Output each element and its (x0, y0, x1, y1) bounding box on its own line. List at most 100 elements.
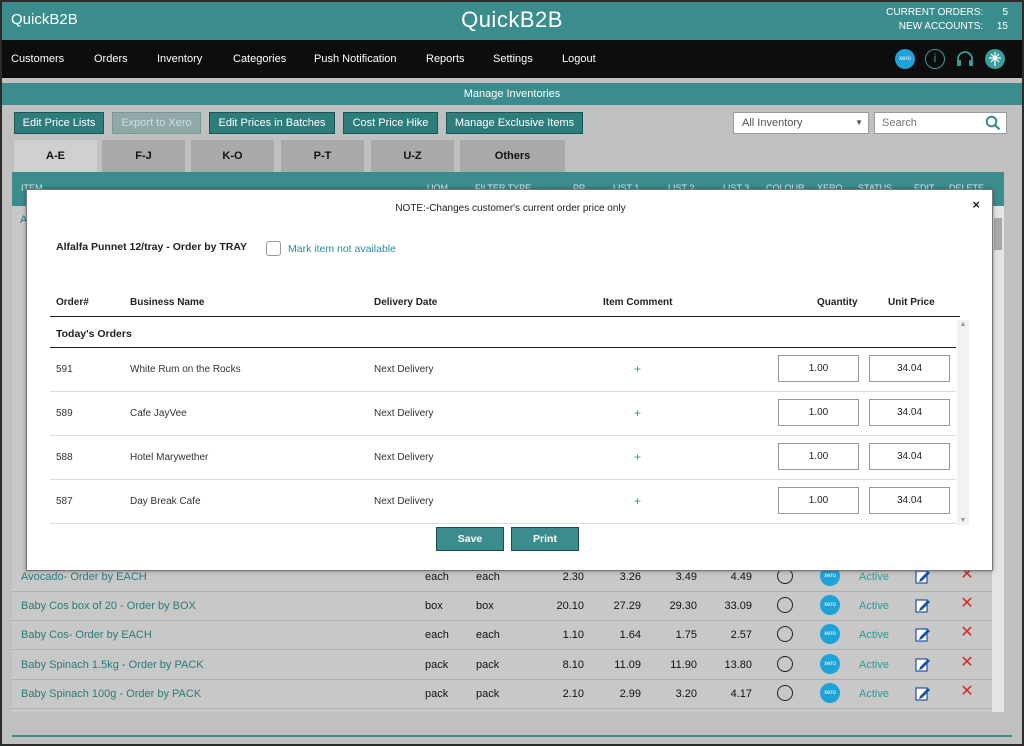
item-list-2: 29.30 (669, 600, 697, 612)
tab-k-o[interactable]: K-O (191, 140, 274, 172)
add-comment-icon[interactable]: + (634, 406, 641, 420)
tab-p-t[interactable]: P-T (281, 140, 364, 172)
tab-a-e[interactable]: A-E (14, 140, 97, 172)
current-orders-counter[interactable]: CURRENT ORDERS: 5 (886, 7, 1008, 18)
delivery-date: Next Delivery (374, 364, 434, 375)
item-name-link[interactable]: Baby Cos- Order by EACH (21, 629, 152, 641)
item-filter-type: pack (476, 688, 500, 700)
quantity-input[interactable] (778, 355, 859, 382)
colour-radio[interactable] (777, 685, 793, 701)
scrollbar-thumb[interactable] (994, 218, 1002, 250)
xero-icon[interactable]: xero (820, 624, 840, 644)
mark-unavailable-label[interactable]: Mark item not available (288, 243, 396, 255)
main-nav: Customers Orders Inventory Categories Pu… (2, 40, 1022, 78)
tab-others[interactable]: Others (460, 140, 565, 172)
add-comment-icon[interactable]: + (634, 362, 641, 376)
business-name: Day Break Cafe (130, 496, 201, 507)
modal-item-title: Alfalfa Punnet 12/tray - Order by TRAY (56, 241, 247, 253)
quantity-input[interactable] (778, 487, 859, 514)
unit-price-input[interactable] (869, 399, 950, 426)
order-price-modal: NOTE:-Changes customer's current order p… (26, 189, 993, 571)
tab-f-j[interactable]: F-J (102, 140, 185, 172)
quantity-input[interactable] (778, 443, 859, 470)
info-icon[interactable]: i (925, 49, 945, 69)
edit-icon[interactable] (915, 626, 931, 642)
nav-categories[interactable]: Categories (233, 53, 286, 65)
item-pp: 1.10 (562, 629, 584, 641)
unit-price-input[interactable] (869, 355, 950, 382)
unit-price-input[interactable] (869, 443, 950, 470)
item-uom: each (425, 629, 449, 641)
edit-price-lists-button[interactable]: Edit Price Lists (14, 112, 104, 134)
item-filter-type: box (476, 600, 494, 612)
nav-settings[interactable]: Settings (493, 53, 533, 65)
search-icon[interactable] (985, 115, 1001, 131)
nav-logout[interactable]: Logout (562, 53, 596, 65)
delete-icon[interactable]: ✕ (959, 654, 975, 672)
edit-icon[interactable] (915, 597, 931, 613)
colour-radio[interactable] (777, 597, 793, 613)
nav-reports[interactable]: Reports (426, 53, 465, 65)
order-number: 588 (56, 452, 73, 463)
export-to-xero-button[interactable]: Export to Xero (112, 112, 201, 134)
search-box[interactable] (874, 112, 1007, 134)
mark-unavailable-checkbox[interactable] (266, 241, 281, 256)
edit-icon[interactable] (915, 656, 931, 672)
item-list-2: 11.90 (670, 659, 697, 671)
inventory-filter-select[interactable]: All Inventory ▼ (733, 112, 869, 134)
nav-inventory[interactable]: Inventory (157, 53, 202, 65)
item-list-3: 4.17 (730, 688, 752, 700)
tab-u-z[interactable]: U-Z (371, 140, 454, 172)
current-orders-value: 5 (1002, 7, 1008, 18)
delete-icon[interactable]: ✕ (959, 624, 975, 642)
item-uom: each (425, 571, 449, 583)
xero-icon[interactable]: xero (820, 654, 840, 674)
modal-scrollbar[interactable]: ▲ ▼ (957, 320, 969, 525)
modal-col-business-name: Business Name (130, 297, 205, 308)
item-list-3: 13.80 (724, 659, 752, 671)
status-badge: Active (859, 629, 889, 641)
xero-icon[interactable]: xero (820, 595, 840, 615)
headset-icon[interactable] (955, 49, 975, 69)
item-name-link[interactable]: Avocado- Order by EACH (21, 571, 147, 583)
globe-icon[interactable] (985, 49, 1005, 69)
status-badge: Active (859, 571, 889, 583)
xero-icon[interactable]: xero (820, 683, 840, 703)
delete-icon[interactable]: ✕ (959, 595, 975, 613)
table-scrollbar[interactable] (992, 206, 1004, 712)
close-icon[interactable]: × (972, 197, 980, 212)
xero-icon[interactable]: xero (895, 49, 915, 69)
item-name-link[interactable]: Baby Spinach 100g - Order by PACK (21, 688, 201, 700)
cost-price-hike-button[interactable]: Cost Price Hike (343, 112, 438, 134)
new-accounts-counter[interactable]: NEW ACCOUNTS: 15 (899, 21, 1008, 32)
add-comment-icon[interactable]: + (634, 450, 641, 464)
modal-col-order: Order# (56, 297, 89, 308)
colour-radio[interactable] (777, 656, 793, 672)
item-name-link[interactable]: Baby Spinach 1.5kg - Order by PACK (21, 659, 204, 671)
unit-price-input[interactable] (869, 487, 950, 514)
edit-prices-in-batches-button[interactable]: Edit Prices in Batches (209, 112, 335, 134)
nav-push-notification[interactable]: Push Notification (314, 53, 397, 65)
item-pp: 8.10 (562, 659, 584, 671)
scroll-up-icon[interactable]: ▲ (957, 321, 969, 328)
print-button[interactable]: Print (511, 527, 579, 551)
save-button[interactable]: Save (436, 527, 504, 551)
modal-col-item-comment: Item Comment (603, 297, 673, 308)
scroll-down-icon[interactable]: ▼ (957, 517, 969, 524)
order-number: 591 (56, 364, 73, 375)
item-name-link[interactable]: Baby Cos box of 20 - Order by BOX (21, 600, 196, 612)
nav-customers[interactable]: Customers (11, 53, 64, 65)
order-row: 587 Day Break Cafe Next Delivery + (50, 480, 956, 524)
edit-icon[interactable] (915, 685, 931, 701)
add-comment-icon[interactable]: + (634, 494, 641, 508)
manage-exclusive-items-button[interactable]: Manage Exclusive Items (446, 112, 583, 134)
nav-orders[interactable]: Orders (94, 53, 128, 65)
item-list-2: 1.75 (675, 629, 697, 641)
delete-icon[interactable]: ✕ (959, 683, 975, 701)
modal-note: NOTE:-Changes customer's current order p… (395, 203, 626, 214)
modal-col-quantity: Quantity (817, 297, 858, 308)
quantity-input[interactable] (778, 399, 859, 426)
search-input[interactable] (875, 113, 975, 133)
colour-radio[interactable] (777, 626, 793, 642)
item-pp: 20.10 (556, 600, 584, 612)
